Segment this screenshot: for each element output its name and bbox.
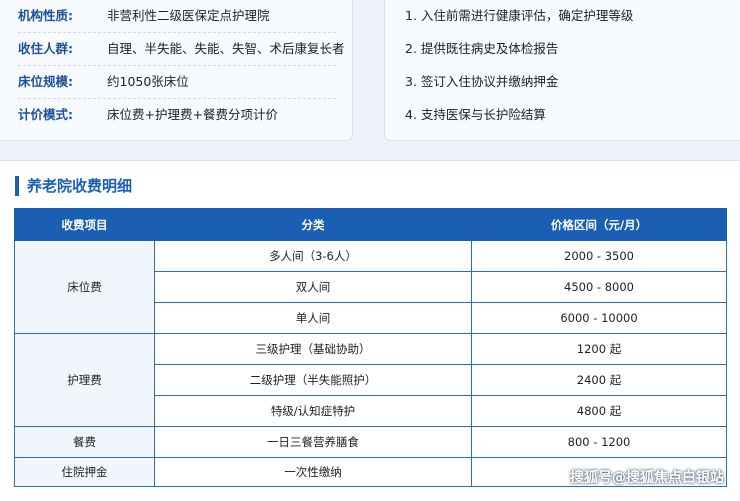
category-cell: 单人间 xyxy=(154,302,472,334)
watermark: 搜狐号@搜狐焦点白银站 xyxy=(570,470,724,486)
section-title: 养老院收费明细 xyxy=(15,176,132,196)
info-label: 床位规模: xyxy=(18,74,73,89)
admission-step: 4. 支持医保与长护险结算 xyxy=(405,107,546,122)
price-cell: 2000 - 3500 xyxy=(471,240,727,272)
price-cell: 4800 起 xyxy=(471,395,727,427)
price-cell: 800 - 1200 xyxy=(471,426,727,458)
category-cell: 一日三餐营养膳食 xyxy=(154,426,472,458)
institution-info-card: 机构性质: 非营利性二级医保定点护理院 收住人群: 自理、半失能、失能、失智、术… xyxy=(0,0,353,141)
admission-step: 2. 提供既往病史及体检报告 xyxy=(405,41,559,56)
price-cell: 4500 - 8000 xyxy=(471,271,727,303)
column-header-price: 价格区间（元/月） xyxy=(471,208,727,241)
admission-steps-card: 1. 入住前需进行健康评估，确定护理等级 2. 提供既往病史及体检报告 3. 签… xyxy=(384,0,740,141)
category-cell: 二级护理（半失能照护） xyxy=(154,364,472,396)
price-cell: 6000 - 10000 xyxy=(471,302,727,334)
category-cell: 特级/认知症特护 xyxy=(154,395,472,427)
price-cell: 2400 起 xyxy=(471,364,727,396)
table-row: 护理费 三级护理（基础协助） 1200 起 xyxy=(14,333,727,427)
fee-item-cell: 床位费 xyxy=(14,240,155,334)
info-value: 自理、半失能、失能、失智、术后康复长者 xyxy=(107,41,345,56)
fee-table: 收费项目 分类 价格区间（元/月） 床位费 多人间（3-6人） 2000 - 3… xyxy=(14,208,727,487)
info-label: 收住人群: xyxy=(18,41,73,56)
info-value: 约1050张床位 xyxy=(107,74,189,89)
category-cell: 一次性缴纳 xyxy=(154,457,472,487)
info-label: 机构性质: xyxy=(18,8,73,23)
category-cell: 多人间（3-6人） xyxy=(154,240,472,272)
fee-item-cell: 护理费 xyxy=(14,333,155,427)
info-row-residents: 收住人群: 自理、半失能、失能、失智、术后康复长者 xyxy=(18,33,345,66)
table-row: 餐费 一日三餐营养膳食 800 - 1200 xyxy=(14,426,727,458)
info-row-beds: 床位规模: 约1050张床位 xyxy=(18,66,336,99)
column-header-item: 收费项目 xyxy=(14,208,155,241)
info-row-pricing: 计价模式: 床位费+护理费+餐费分项计价 xyxy=(18,99,336,131)
fee-item-cell: 住院押金 xyxy=(14,457,155,487)
admission-step: 3. 签订入住协议并缴纳押金 xyxy=(405,74,559,89)
info-row-nature: 机构性质: 非营利性二级医保定点护理院 xyxy=(18,0,336,33)
info-value: 非营利性二级医保定点护理院 xyxy=(107,8,270,23)
price-cell: 1200 起 xyxy=(471,333,727,365)
info-label: 计价模式: xyxy=(18,107,73,122)
fee-item-cell: 餐费 xyxy=(14,426,155,458)
info-value: 床位费+护理费+餐费分项计价 xyxy=(107,107,278,122)
category-cell: 双人间 xyxy=(154,271,472,303)
column-header-category: 分类 xyxy=(154,208,472,241)
category-cell: 三级护理（基础协助） xyxy=(154,333,472,365)
table-header-row: 收费项目 分类 价格区间（元/月） xyxy=(14,208,727,241)
table-row: 床位费 多人间（3-6人） 2000 - 3500 xyxy=(14,240,727,334)
admission-step: 1. 入住前需进行健康评估，确定护理等级 xyxy=(405,8,634,23)
